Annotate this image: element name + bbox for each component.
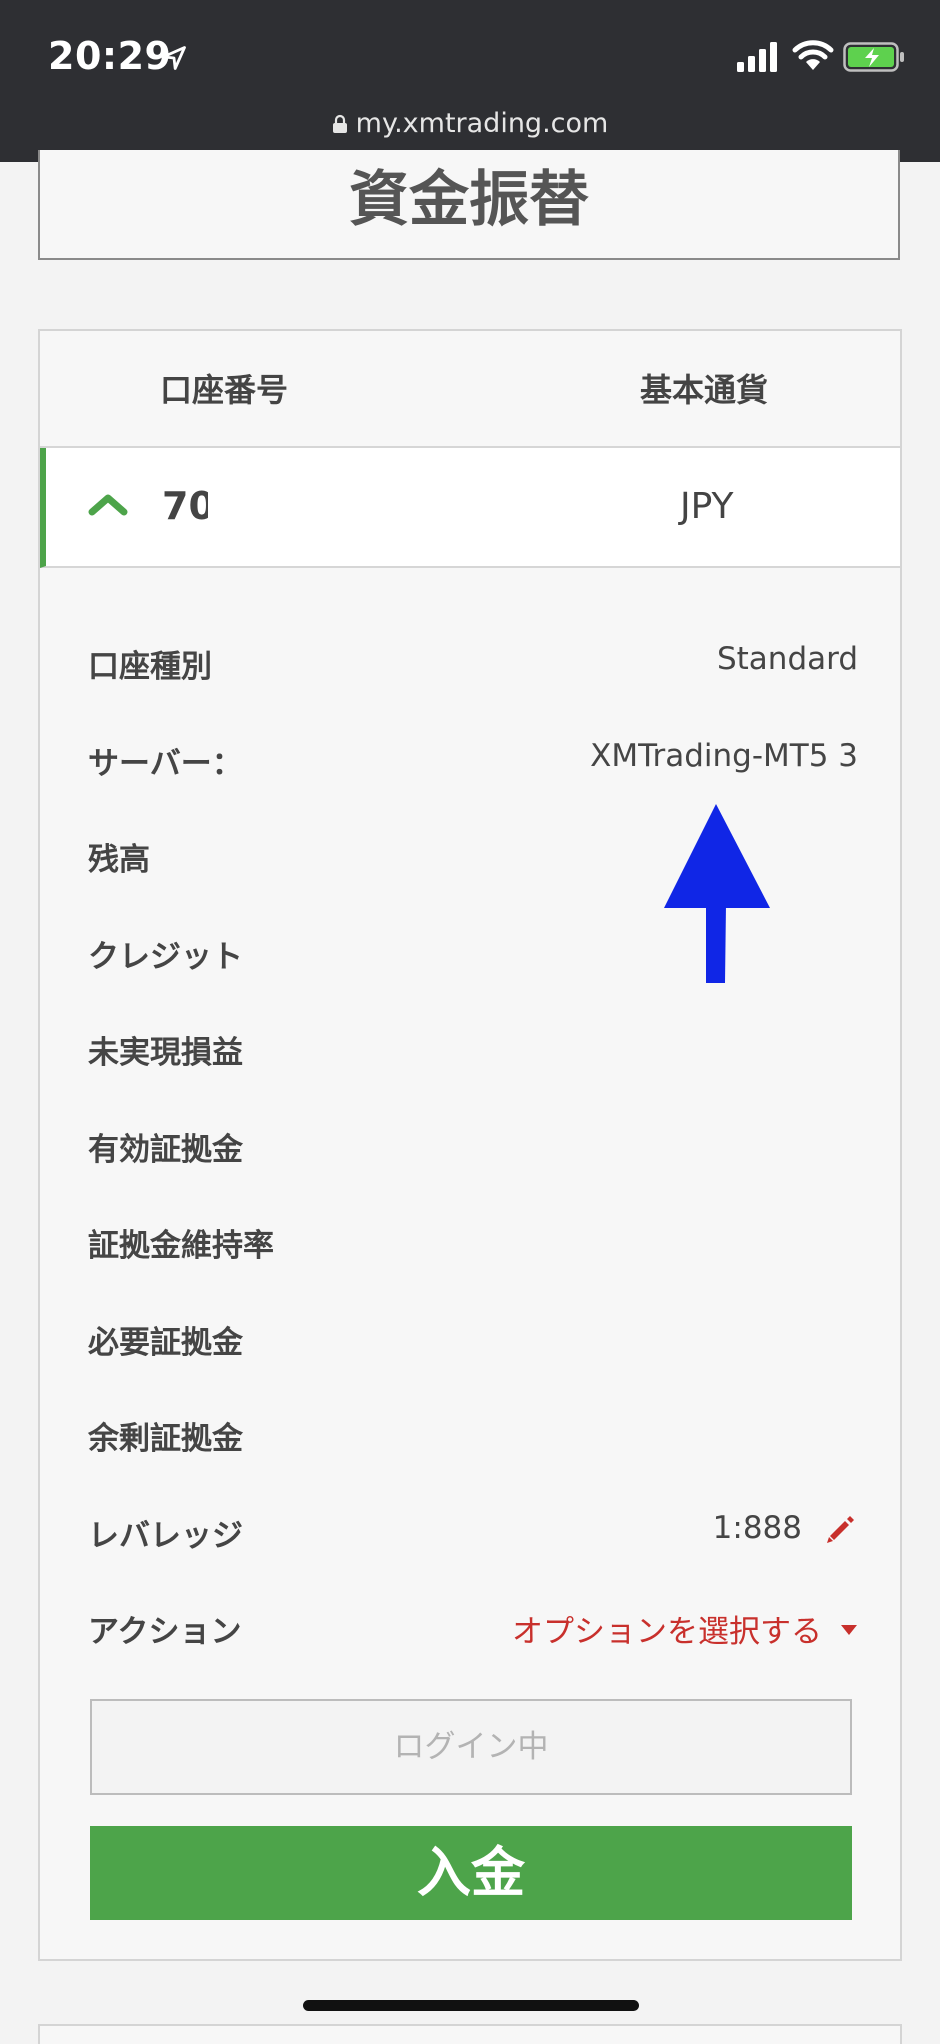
status-bar: 20:29 my.xmtrading.com [0,0,940,162]
leverage-value: 1:888 [712,1509,802,1546]
battery-charging-icon [843,42,904,72]
next-panel-edge [38,2024,902,2044]
annotation-arrow-icon [664,804,770,983]
login-status-button[interactable]: ログイン中 [90,1699,852,1795]
signal-icon [737,42,777,72]
caret-down-icon[interactable] [840,1624,858,1636]
account-details: 口座種別 Standard サーバー： XMTrading-MT5 3 残高 ク… [88,633,858,1695]
url-bar[interactable]: my.xmtrading.com [0,108,940,139]
required-margin-label: 必要証拠金 [88,1324,243,1361]
url-text: my.xmtrading.com [355,108,609,139]
detail-row-required-margin: 必要証拠金 [88,1309,858,1406]
clock-time: 20:29 [48,34,172,78]
chevron-up-icon[interactable] [86,490,130,518]
detail-row-account-type: 口座種別 Standard [88,633,858,730]
detail-row-leverage: レバレッジ 1:888 [88,1502,858,1599]
server-value: XMTrading-MT5 3 [590,737,858,774]
location-arrow-icon [162,46,186,70]
detail-row-free-margin: 余剰証拠金 [88,1405,858,1502]
lock-icon [332,114,347,133]
detail-row-unrealized-pl: 未実現損益 [88,1019,858,1116]
page-title: 資金振替 [349,165,589,235]
action-label: アクション [88,1614,242,1650]
equity-label: 有効証拠金 [88,1131,243,1168]
detail-row-margin-level: 証拠金維持率 [88,1212,858,1309]
credit-label: クレジット [88,938,243,975]
pencil-edit-icon[interactable] [824,1512,858,1546]
header-account-number: 口座番号 [160,371,289,409]
balance-label: 残高 [88,842,150,878]
wifi-icon [792,40,834,70]
free-margin-label: 余剰証拠金 [88,1421,243,1457]
server-label: サーバー： [88,745,243,782]
header-base-currency: 基本通貨 [640,371,769,409]
account-type-value: Standard [716,641,858,677]
page-title-box: 資金振替 [38,150,900,260]
deposit-button[interactable]: 入金 [90,1826,852,1920]
action-select[interactable]: オプションを選択する [512,1606,822,1651]
unrealized-pl-label: 未実現損益 [88,1035,243,1071]
leverage-label: レバレッジ [88,1517,243,1554]
account-row[interactable]: 70 JPY [40,448,900,568]
home-indicator [303,2000,639,2011]
detail-row-action: アクション オプションを選択する [88,1598,858,1695]
detail-row-equity: 有効証拠金 [88,1116,858,1213]
account-currency: JPY [680,486,734,527]
account-number: 70 [162,484,208,528]
account-panel: 口座番号 基本通貨 70 JPY 口座種別 Standard サーバー： XMT… [38,329,902,1961]
margin-level-label: 証拠金維持率 [88,1228,274,1264]
account-type-label: 口座種別 [88,649,212,685]
table-header: 口座番号 基本通貨 [40,331,900,448]
